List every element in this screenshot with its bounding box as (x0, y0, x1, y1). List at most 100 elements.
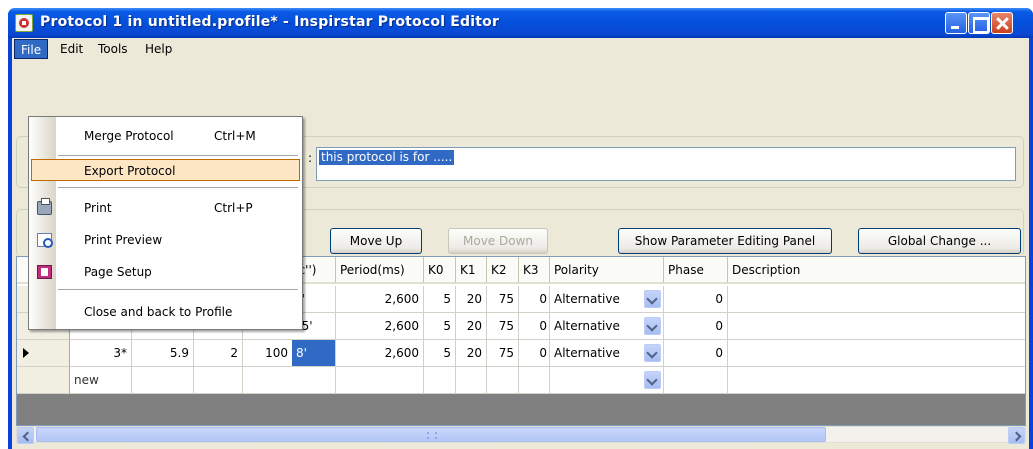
chevron-down-icon[interactable] (644, 344, 661, 362)
k0-cell[interactable]: 5 (424, 286, 456, 313)
grid-cell[interactable]: 100 (243, 340, 292, 367)
k3-cell[interactable]: 0 (519, 313, 550, 340)
global-change-button[interactable]: Global Change ... (858, 228, 1021, 254)
menu-icon-gutter (29, 117, 56, 329)
print-preview-icon (37, 233, 53, 248)
col-header-k1[interactable]: K1 (456, 257, 487, 284)
maximize-button[interactable] (968, 12, 990, 34)
horizontal-scrollbar[interactable] (16, 426, 1026, 444)
col-header-description[interactable]: Description (728, 257, 1025, 284)
menu-separator (58, 289, 298, 290)
move-down-button[interactable]: Move Down (448, 228, 548, 254)
description-cell[interactable] (728, 367, 1025, 394)
polarity-value: Alternative (554, 319, 620, 333)
period-cell[interactable]: 2,600 (336, 313, 424, 340)
grip-icon (427, 432, 437, 439)
current-row-arrow-icon (23, 348, 29, 358)
grid-empty-area (17, 394, 1025, 425)
menu-item-merge-protocol[interactable]: Merge Protocol Ctrl+M (31, 125, 300, 147)
col-header-k2[interactable]: K2 (487, 257, 519, 284)
menu-item-print-preview[interactable]: Print Preview (31, 229, 300, 251)
scroll-right-icon[interactable] (1008, 427, 1025, 444)
k0-cell[interactable] (424, 367, 456, 394)
menu-file[interactable]: File (14, 39, 49, 59)
k0-cell[interactable]: 5 (424, 340, 456, 367)
chevron-down-icon[interactable] (644, 317, 661, 335)
menu-item-export-protocol[interactable]: Export Protocol (31, 159, 300, 181)
col-header-k3[interactable]: K3 (519, 257, 550, 284)
description-cell[interactable] (728, 286, 1025, 313)
k2-cell[interactable] (487, 367, 519, 394)
k1-cell[interactable]: 20 (456, 313, 487, 340)
phase-cell[interactable]: 0 (664, 340, 728, 367)
phase-cell[interactable]: 0 (664, 286, 728, 313)
time-cell[interactable] (292, 367, 336, 394)
scroll-thumb[interactable] (36, 427, 826, 442)
k2-cell[interactable]: 75 (487, 286, 519, 313)
menu-item-label: Print Preview (84, 233, 163, 247)
toolbar-area (12, 60, 1029, 115)
chevron-down-icon[interactable] (644, 290, 661, 308)
col-header-polarity[interactable]: Polarity (550, 257, 664, 284)
grid-cell[interactable]: 5.9 (132, 340, 194, 367)
k3-cell[interactable] (519, 367, 550, 394)
row-selector[interactable] (17, 367, 70, 394)
menu-item-close-back-to-profile[interactable]: Close and back to Profile (31, 301, 300, 323)
row-id[interactable]: 3* (70, 340, 132, 367)
col-header-period[interactable]: Period(ms) (336, 257, 424, 284)
new-row-label[interactable]: new (70, 367, 132, 394)
close-button[interactable] (991, 12, 1013, 34)
move-up-button[interactable]: Move Up (330, 228, 422, 254)
col-header-k0[interactable]: K0 (424, 257, 456, 284)
minimize-button[interactable] (945, 12, 967, 34)
description-cell[interactable] (728, 340, 1025, 367)
show-parameter-panel-button[interactable]: Show Parameter Editing Panel (618, 228, 832, 254)
k0-cell[interactable]: 5 (424, 313, 456, 340)
polarity-value: Alternative (554, 346, 620, 360)
menu-item-label: Page Setup (84, 265, 152, 279)
period-cell[interactable]: 2,600 (336, 286, 424, 313)
window-title: Protocol 1 in untitled.profile* - Inspir… (40, 14, 500, 30)
grid-cell[interactable]: 2 (194, 340, 243, 367)
grid-cell[interactable] (243, 367, 292, 394)
menu-tools[interactable]: Tools (92, 39, 134, 59)
chevron-down-icon[interactable] (644, 371, 661, 389)
menu-item-shortcut: Ctrl+M (214, 129, 256, 143)
app-logo-icon (15, 14, 33, 32)
k3-cell[interactable]: 0 (519, 286, 550, 313)
polarity-combo[interactable]: Alternative (550, 340, 664, 367)
time-cell-selected[interactable]: 8' (292, 340, 336, 367)
menu-item-shortcut: Ctrl+P (214, 201, 253, 215)
k1-cell[interactable] (456, 367, 487, 394)
page-setup-icon (37, 265, 52, 279)
menu-edit[interactable]: Edit (54, 39, 89, 59)
grid-cell[interactable] (194, 367, 243, 394)
period-cell[interactable] (336, 367, 424, 394)
menu-item-label: Close and back to Profile (84, 305, 233, 319)
title-bar[interactable]: Protocol 1 in untitled.profile* - Inspir… (8, 8, 1033, 38)
polarity-combo[interactable] (550, 367, 664, 394)
k2-cell[interactable]: 75 (487, 340, 519, 367)
polarity-combo[interactable]: Alternative (550, 286, 664, 313)
phase-cell[interactable] (664, 367, 728, 394)
k1-cell[interactable]: 20 (456, 340, 487, 367)
polarity-value: Alternative (554, 292, 620, 306)
description-input[interactable]: this protocol is for ..... (316, 147, 1016, 181)
grid-cell[interactable] (132, 367, 194, 394)
menu-help[interactable]: Help (139, 39, 178, 59)
phase-cell[interactable]: 0 (664, 313, 728, 340)
col-header-phase[interactable]: Phase (664, 257, 728, 284)
menu-item-label: Print (84, 201, 112, 215)
client-area: File Edit Tools Help : this protocol is … (12, 38, 1029, 449)
description-cell[interactable] (728, 313, 1025, 340)
menu-item-print[interactable]: Print Ctrl+P (31, 197, 300, 219)
menu-item-page-setup[interactable]: Page Setup (31, 261, 300, 283)
k3-cell[interactable]: 0 (519, 340, 550, 367)
k2-cell[interactable]: 75 (487, 313, 519, 340)
scroll-left-icon[interactable] (17, 427, 34, 444)
polarity-combo[interactable]: Alternative (550, 313, 664, 340)
period-cell[interactable]: 2,600 (336, 340, 424, 367)
row-selector[interactable] (17, 340, 70, 367)
file-menu-dropdown: Merge Protocol Ctrl+M Export Protocol Pr… (28, 116, 303, 330)
k1-cell[interactable]: 20 (456, 286, 487, 313)
